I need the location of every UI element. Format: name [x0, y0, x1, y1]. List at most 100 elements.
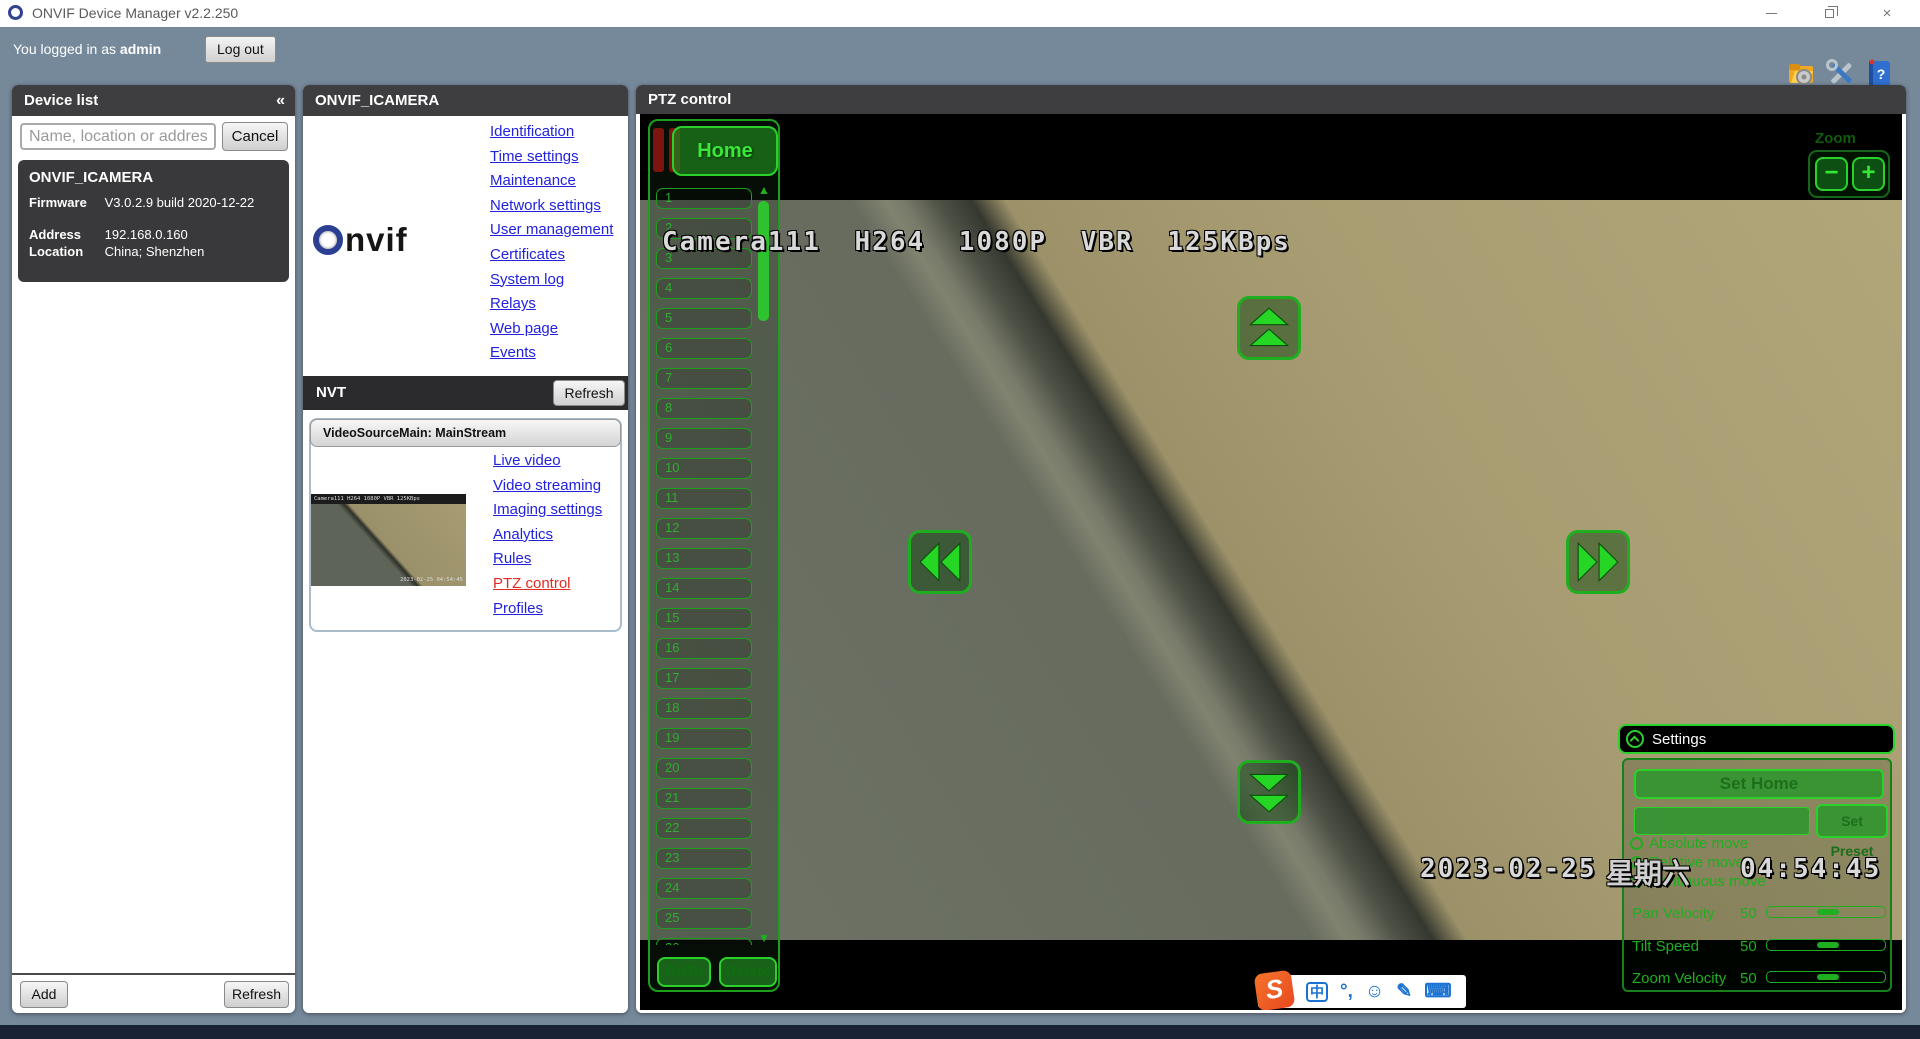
- preset-item[interactable]: 1: [656, 188, 752, 209]
- preset-item[interactable]: 26: [656, 938, 752, 945]
- restore-button[interactable]: [1806, 0, 1852, 26]
- firmware-label: Firmware: [29, 194, 101, 211]
- refresh-devices-button[interactable]: Refresh: [224, 981, 289, 1008]
- manage-icon[interactable]: [1786, 58, 1816, 88]
- nvt-link[interactable]: Profiles: [493, 601, 543, 616]
- keyboard-icon[interactable]: ⌨: [1424, 975, 1451, 1008]
- slider-value: 50: [1740, 938, 1757, 955]
- onvif-logo: nvif: [313, 215, 483, 265]
- slider-thumb[interactable]: [1817, 909, 1839, 915]
- preset-list: 1234567891011121314151617181920212223242…: [656, 183, 754, 945]
- restore-icon: [1825, 9, 1834, 18]
- settings-header[interactable]: Settings: [1618, 724, 1895, 754]
- preset-item[interactable]: 20: [656, 758, 752, 779]
- collapse-panel-icon[interactable]: «: [276, 85, 285, 116]
- preset-name-input[interactable]: [1634, 807, 1810, 835]
- slider-label: Tilt Speed: [1632, 938, 1699, 955]
- nvt-link[interactable]: Live video: [493, 453, 561, 468]
- tools-icon[interactable]: [1826, 58, 1856, 88]
- set-preset-button[interactable]: Set Preset: [1816, 804, 1888, 838]
- cancel-button[interactable]: Cancel: [222, 122, 288, 151]
- preset-scrollbar-thumb[interactable]: [758, 201, 769, 321]
- set-home-button[interactable]: Set Home: [1634, 769, 1884, 799]
- device-list-panel: Device list « Cancel ONVIF_ICAMERA Firmw…: [12, 85, 295, 1013]
- preset-item[interactable]: 21: [656, 788, 752, 809]
- preset-item[interactable]: 15: [656, 608, 752, 629]
- preset-item[interactable]: 4: [656, 278, 752, 299]
- zoom-velocity-slider[interactable]: [1766, 971, 1886, 983]
- pan-right-button[interactable]: [1566, 530, 1630, 594]
- minimize-button[interactable]: [1748, 0, 1794, 26]
- radio-label: Absolute move: [1649, 835, 1748, 852]
- preset-item[interactable]: 19: [656, 728, 752, 749]
- device-link[interactable]: Events: [490, 345, 536, 360]
- preset-item[interactable]: 13: [656, 548, 752, 569]
- preset-item[interactable]: 11: [656, 488, 752, 509]
- radio-absolute-move[interactable]: Absolute move: [1630, 834, 1748, 852]
- device-detail-header: ONVIF_ICAMERA: [303, 85, 628, 116]
- logout-button[interactable]: Log out: [205, 36, 276, 63]
- osd-time: 04:54:45: [1740, 854, 1881, 884]
- device-link[interactable]: User management: [490, 222, 613, 237]
- preset-item[interactable]: 16: [656, 638, 752, 659]
- home-button[interactable]: Home: [672, 126, 778, 176]
- search-input[interactable]: [20, 123, 216, 150]
- nvt-link[interactable]: PTZ control: [493, 576, 571, 591]
- punctuation-icon[interactable]: °,: [1340, 975, 1353, 1008]
- add-device-button[interactable]: Add: [20, 981, 68, 1008]
- sogou-logo-icon[interactable]: S: [1254, 970, 1296, 1010]
- device-link[interactable]: Maintenance: [490, 173, 576, 188]
- device-link[interactable]: Network settings: [490, 198, 601, 213]
- tilt-speed-slider[interactable]: [1766, 939, 1886, 951]
- help-icon[interactable]: ?: [1864, 58, 1894, 88]
- close-button[interactable]: ×: [1864, 0, 1910, 26]
- device-link[interactable]: Web page: [490, 321, 558, 336]
- preset-item[interactable]: 5: [656, 308, 752, 329]
- pan-velocity-slider[interactable]: [1766, 906, 1886, 918]
- preset-item[interactable]: 8: [656, 398, 752, 419]
- device-link[interactable]: Time settings: [490, 149, 579, 164]
- slider-thumb[interactable]: [1817, 942, 1839, 948]
- pan-left-button[interactable]: [908, 530, 972, 594]
- preset-item[interactable]: 25: [656, 908, 752, 929]
- preset-item[interactable]: 22: [656, 818, 752, 839]
- device-link[interactable]: Relays: [490, 296, 536, 311]
- preset-item[interactable]: 14: [656, 578, 752, 599]
- preset-item[interactable]: 7: [656, 368, 752, 389]
- double-arrow-down-icon: [1247, 770, 1291, 814]
- login-status: You logged in as admin: [13, 41, 161, 57]
- preset-item[interactable]: 12: [656, 518, 752, 539]
- nvt-link[interactable]: Imaging settings: [493, 502, 602, 517]
- preset-scroll-down-icon[interactable]: ▼: [757, 931, 771, 945]
- preset-item[interactable]: 6: [656, 338, 752, 359]
- firmware-value: V3.0.2.9 build 2020-12-22: [105, 195, 255, 210]
- device-card[interactable]: ONVIF_ICAMERA Firmware V3.0.2.9 build 20…: [18, 160, 289, 282]
- preset-scroll-up-icon[interactable]: ▲: [757, 183, 771, 197]
- preset-item[interactable]: 10: [656, 458, 752, 479]
- tilt-up-button[interactable]: [1237, 296, 1301, 360]
- preset-item[interactable]: 23: [656, 848, 752, 869]
- handwriting-icon[interactable]: ✎: [1396, 975, 1412, 1008]
- preset-item[interactable]: 9: [656, 428, 752, 449]
- nvt-link[interactable]: Analytics: [493, 527, 553, 542]
- nvt-link[interactable]: Video streaming: [493, 478, 601, 493]
- video-thumbnail[interactable]: Camera111 H264 1080P VBR 125KBps 2023-02…: [311, 494, 466, 586]
- device-link[interactable]: Identification: [490, 124, 574, 139]
- device-link[interactable]: Certificates: [490, 247, 565, 262]
- preset-item[interactable]: 17: [656, 668, 752, 689]
- delete-preset-button[interactable]: Delete: [719, 957, 777, 987]
- slider-thumb[interactable]: [1817, 974, 1839, 980]
- video-source-header[interactable]: VideoSourceMain: MainStream: [310, 419, 621, 447]
- emoji-icon[interactable]: ☺: [1365, 975, 1384, 1008]
- device-link[interactable]: System log: [490, 272, 564, 287]
- nvt-link[interactable]: Rules: [493, 551, 531, 566]
- chinese-mode-icon[interactable]: 中: [1306, 982, 1328, 1002]
- preset-item[interactable]: 24: [656, 878, 752, 899]
- goto-preset-button[interactable]: GoTo: [657, 957, 711, 987]
- zoom-out-button[interactable]: −: [1815, 157, 1848, 191]
- tilt-down-button[interactable]: [1237, 760, 1301, 824]
- nvt-refresh-button[interactable]: Refresh: [553, 380, 625, 406]
- zoom-in-button[interactable]: +: [1852, 157, 1885, 191]
- preset-item[interactable]: 18: [656, 698, 752, 719]
- nvt-title: NVT: [316, 384, 346, 401]
